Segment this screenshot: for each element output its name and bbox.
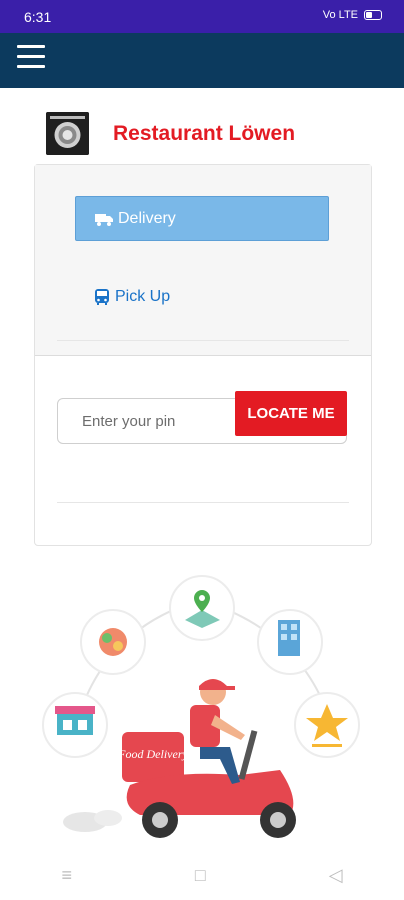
status-icons: Vo LTE [323, 9, 382, 21]
lion-emblem-icon [46, 112, 89, 155]
locate-me-button[interactable]: LOCATE ME [235, 391, 347, 436]
delivery-label: Delivery [118, 209, 176, 227]
food-delivery-illustration: Food Delivery [42, 575, 360, 838]
status-time: 6:31 [24, 9, 52, 25]
battery-icon [364, 10, 382, 20]
building-icon [257, 609, 323, 675]
delivery-scooter-icon: Food Delivery [117, 679, 296, 838]
divider [57, 340, 349, 341]
salad-bowl-icon [80, 609, 146, 675]
system-nav-bar: ≡ □ ◁ [0, 850, 404, 900]
recent-apps-icon[interactable]: ≡ [61, 865, 72, 886]
back-icon[interactable]: ◁ [329, 865, 343, 886]
order-type-section: Delivery Pick Up [35, 165, 371, 356]
order-card: Delivery Pick Up LOCATE ME [34, 164, 372, 546]
delivery-button[interactable]: Delivery [75, 196, 329, 241]
restaurant-logo [46, 112, 89, 155]
home-icon[interactable]: □ [195, 865, 206, 886]
star-rating-icon [294, 692, 360, 758]
truck-icon [95, 213, 113, 226]
signal-icon: Vo LTE [322, 9, 358, 21]
restaurant-name: Restaurant Löwen [113, 122, 296, 145]
app-bar [0, 33, 404, 88]
pickup-button[interactable]: Pick Up [93, 288, 170, 306]
pickup-label: Pick Up [115, 288, 171, 305]
map-pin-icon [169, 575, 235, 641]
bus-icon [95, 289, 109, 305]
shop-icon [42, 692, 108, 758]
divider [57, 502, 349, 503]
hamburger-icon[interactable] [17, 45, 45, 71]
status-bar: 6:31 Vo LTE [0, 0, 404, 33]
food-delivery-badge-text: Food Delivery [117, 747, 188, 761]
